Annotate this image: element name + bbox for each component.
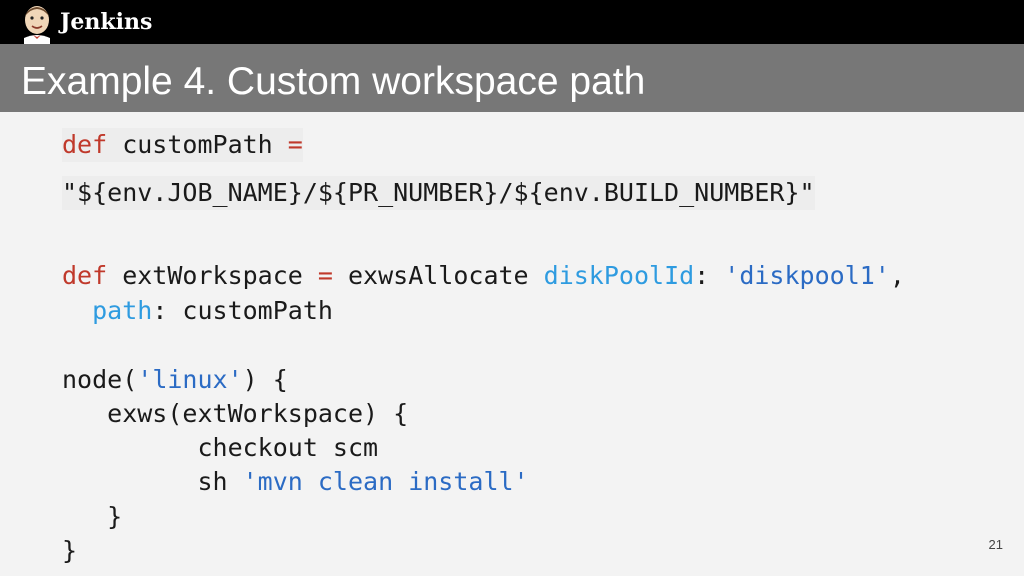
code-line-10: } [62,534,77,568]
code-text: node( [62,365,138,394]
code-text: sh [62,467,243,496]
code-text: customPath [107,130,288,159]
code-string: 'diskpool1' [724,261,890,290]
code-line-5: node('linux') { [62,363,288,397]
code-text: : [694,261,725,290]
code-keyword: def [62,261,108,290]
code-line-7: checkout scm [62,431,378,465]
code-string: 'mvn clean install' [242,467,529,496]
code-line-6: exws(extWorkspace) { [62,397,408,431]
code-text: } [62,536,78,565]
code-keyword: def [62,130,108,159]
code-operator: = [317,261,333,290]
code-line-1: def customPath = [62,128,303,162]
slide-title: Example 4. Custom workspace path [21,60,646,103]
code-text: checkout scm [62,433,379,462]
code-param: path [92,296,153,325]
code-param: diskPoolId [543,261,695,290]
code-string: 'linux' [137,365,243,394]
jenkins-butler-icon [24,6,50,44]
code-operator: = [287,130,303,159]
brand-name: Jenkins [60,9,153,35]
code-text: , [889,261,905,290]
code-text: ) { [242,365,288,394]
code-text: } [62,502,123,531]
code-text: "${env.JOB_NAME}/${PR_NUMBER}/${env.BUIL… [62,178,815,207]
code-text: exwsAllocate [332,261,544,290]
code-line-8: sh 'mvn clean install' [62,465,529,499]
code-line-3: def extWorkspace = exwsAllocate diskPool… [62,259,905,293]
code-text: exws(extWorkspace) { [62,399,409,428]
code-text: : customPath [152,296,333,325]
page-number: 21 [988,537,1003,552]
code-line-9: } [62,500,122,534]
code-line-2: "${env.JOB_NAME}/${PR_NUMBER}/${env.BUIL… [62,176,815,210]
code-line-4: path: customPath [62,294,333,328]
code-text: extWorkspace [107,261,318,290]
top-bar: Jenkins [0,0,1024,44]
